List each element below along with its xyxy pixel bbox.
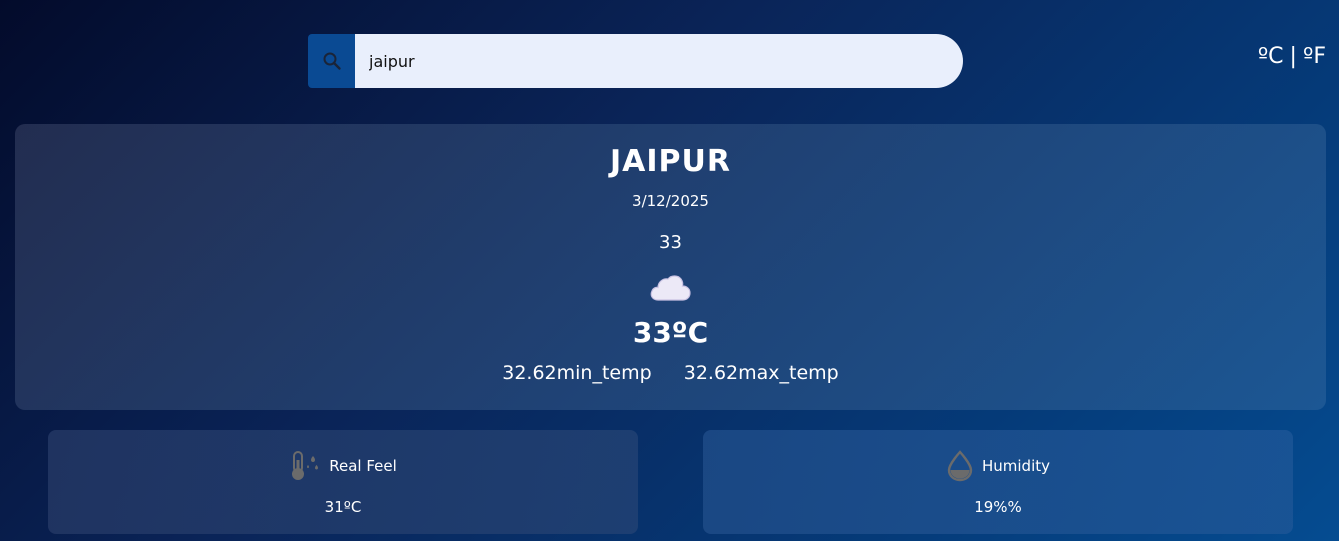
humidity-label: Humidity [981,457,1050,475]
fahrenheit-toggle[interactable]: ºF [1303,44,1326,69]
real-feel-card: Real Feel 31ºC [48,430,638,534]
real-feel-value: 31ºC [324,498,362,516]
celsius-toggle[interactable]: ºC [1258,44,1284,69]
weather-date: 3/12/2025 [632,192,709,210]
water-drop-icon [947,450,973,482]
real-feel-header: Real Feel [48,450,638,482]
humidity-header: Humidity [703,450,1293,482]
min-max-temp: 32.62min_temp 32.62max_temp [15,362,1326,384]
humidity-card: Humidity 19%% [703,430,1293,534]
search-bar [308,34,963,88]
search-input[interactable] [355,34,963,88]
thermometer-icon [292,451,319,480]
temperature-raw: 33 [659,232,682,253]
cloud-icon [650,275,691,301]
weather-condition [648,272,692,304]
max-temp: 32.62max_temp [683,362,839,384]
temperature-main: 33ºC [632,316,709,349]
city-name: JAIPUR [610,144,731,179]
real-feel-label: Real Feel [329,457,397,475]
humidity-value: 19%% [974,498,1022,516]
unit-toggle: ºC | ºF [1258,44,1326,69]
search-icon [323,52,341,70]
weather-card: JAIPUR 3/12/2025 33 33ºC 32.62min_temp 3… [15,124,1326,410]
search-button[interactable] [308,34,355,88]
min-temp: 32.62min_temp [502,362,652,384]
unit-separator: | [1289,44,1297,69]
